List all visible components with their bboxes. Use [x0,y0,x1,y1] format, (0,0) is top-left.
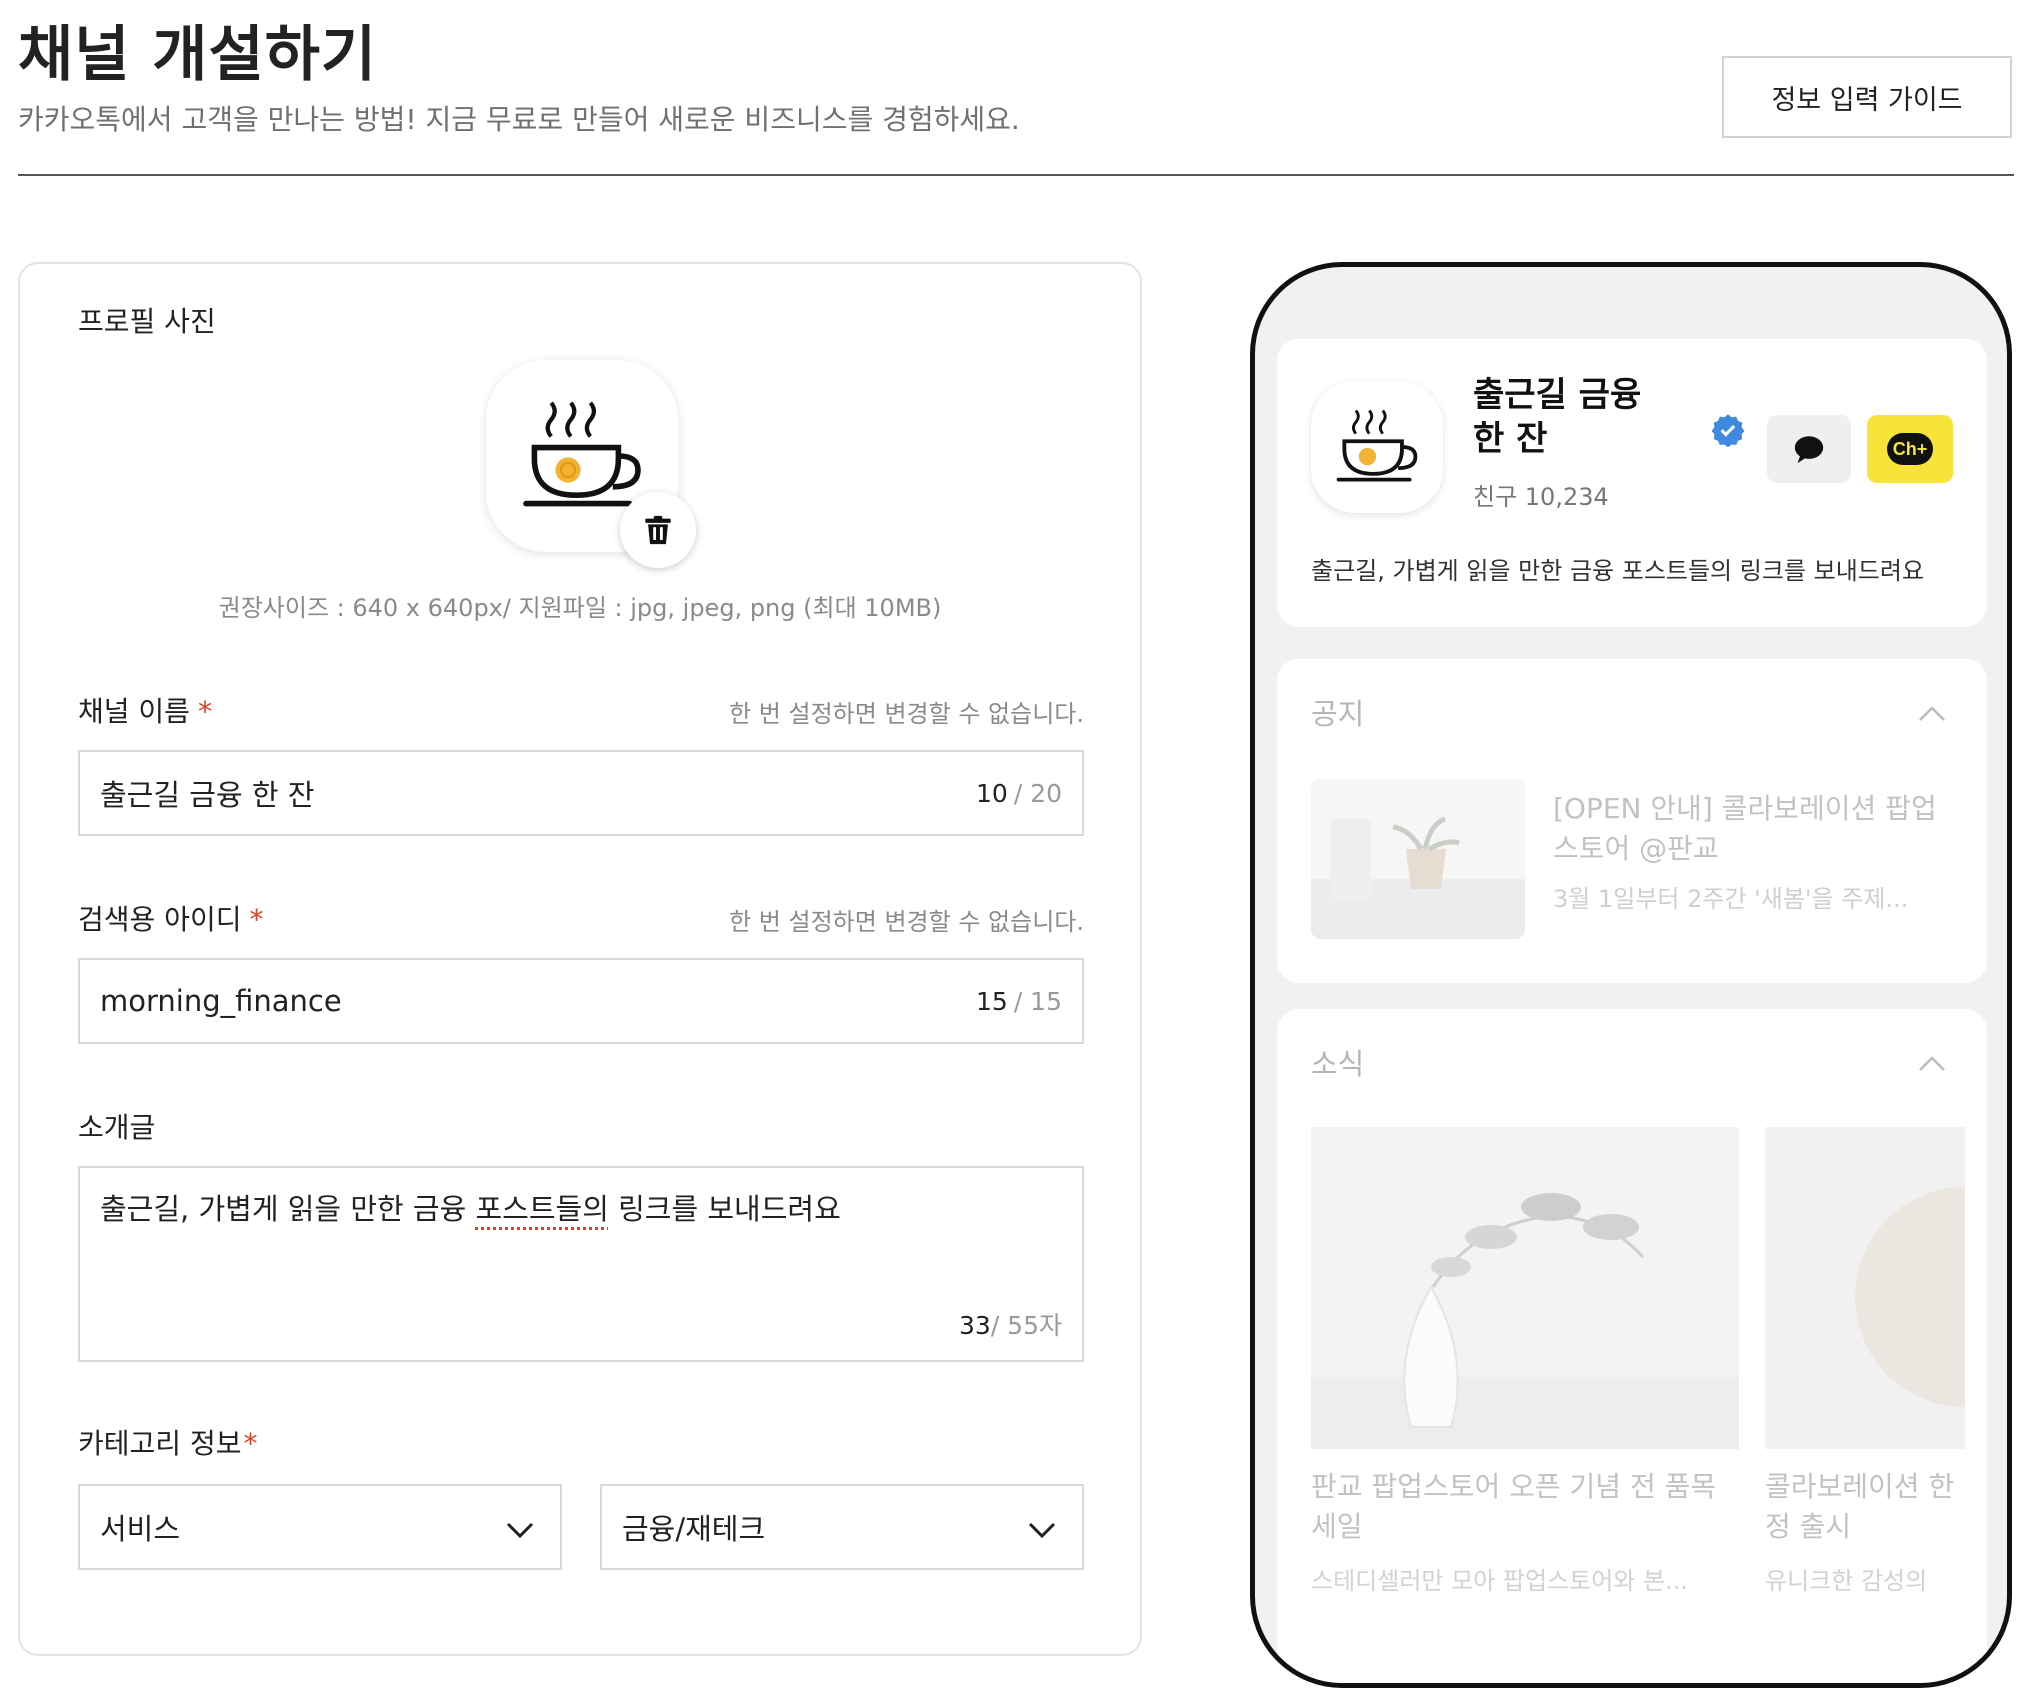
category-label: 카테고리 정보* [78,1427,258,1460]
intro-counter: 33/ 55자 [959,1311,1062,1340]
channel-name-label: 채널 이름 * [78,695,212,728]
news-item-image[interactable] [1311,1127,1739,1449]
header-divider [18,174,2014,176]
preview-channel-name: 출근길 금융 한 잔 [1473,375,1642,459]
channel-add-icon: Ch+ [1886,433,1934,465]
preview-intro: 출근길, 가볍게 읽을 만한 금융 포스트들의 링크를 보내드려요 [1311,557,1925,585]
chevron-up-icon[interactable] [1917,1053,1947,1073]
photo-size-hint: 권장사이즈 : 640 x 640px/ 지원파일 : jpg, jpeg, p… [218,594,942,622]
preview-friend-count: 친구 10,234 [1473,483,1609,511]
category-primary-value: 서비스 [100,1512,181,1546]
delete-photo-button[interactable] [620,492,696,568]
coffee-cup-icon [1336,409,1418,482]
notice-item-title[interactable]: [OPEN 안내] 콜라보레이션 팝업 스토어 @판교 [1553,789,1953,869]
preview-profile-card: 출근길 금융 한 잔 Ch+ 친구 10,234 출근길, 가볍게 읽을 만한 … [1277,339,1987,627]
preview-add-channel-button[interactable]: Ch+ [1867,415,1953,483]
search-id-hint: 한 번 설정하면 변경할 수 없습니다. [729,908,1084,936]
verified-badge-icon [1711,414,1745,447]
notice-section-title: 공지 [1311,697,1365,731]
required-mark: * [243,1427,258,1460]
search-id-counter: 15/ 15 [976,986,1062,1016]
preview-notice-card: 공지 [OPEN 안내] 콜라보레이션 팝업 스토어 @판교 3월 1일부터 2… [1277,659,1987,983]
intro-textarea[interactable]: 출근길, 가볍게 읽을 만한 금융 포스트들의 링크를 보내드려요 33/ 55… [78,1166,1084,1362]
search-id-label: 검색용 아이디 * [78,903,264,936]
news-item-image[interactable] [1765,1127,1965,1449]
required-mark: * [249,903,264,936]
chevron-down-icon [506,1522,534,1539]
channel-name-value: 출근길 금융 한 잔 [100,778,315,812]
preview-news-card: 소식 판교 팝업스토어 오픈 기념 전 품목 세일 콜라보레이션 한정 출시 스… [1277,1009,1987,1683]
notice-item-desc: 3월 1일부터 2주간 '새봄'을 주제... [1553,885,1909,913]
channel-name-input[interactable]: 출근길 금융 한 잔 10/ 20 [78,750,1084,836]
intro-value: 출근길, 가볍게 읽을 만한 금융 포스트들의 링크를 보내드려요 [100,1192,841,1226]
category-primary-select[interactable]: 서비스 [78,1484,562,1570]
category-secondary-select[interactable]: 금융/재테크 [600,1484,1084,1570]
preview-avatar [1311,381,1443,513]
profile-photo-label: 프로필 사진 [78,305,216,338]
chevron-up-icon[interactable] [1917,703,1947,723]
search-id-input[interactable]: morning_finance 15/ 15 [78,958,1084,1044]
phone-preview: 출근길 금융 한 잔 Ch+ 친구 10,234 출근길, 가볍게 읽을 만한 … [1250,262,2012,1688]
page-subtitle: 카카오톡에서 고객을 만나는 방법! 지금 무료로 만들어 새로운 비즈니스를 … [18,103,1020,136]
notice-thumbnail-image[interactable] [1311,779,1525,939]
chat-bubble-icon [1794,436,1824,464]
news-item-title[interactable]: 콜라보레이션 한정 출시 [1765,1467,1965,1547]
news-item-desc: 유니크한 감성의 [1765,1567,1928,1595]
channel-name-counter: 10/ 20 [976,778,1062,808]
spellcheck-word: 포스트들의 [475,1192,609,1226]
intro-label: 소개글 [78,1111,156,1144]
category-secondary-value: 금융/재테크 [622,1512,766,1546]
info-guide-button[interactable]: 정보 입력 가이드 [1722,56,2012,138]
news-item-desc: 스테디셀러만 모아 팝업스토어와 본... [1311,1567,1688,1595]
required-mark: * [197,695,212,728]
channel-name-hint: 한 번 설정하면 변경할 수 없습니다. [729,700,1084,728]
search-id-value: morning_finance [100,984,342,1018]
page-title: 채널 개설하기 [18,20,378,90]
trash-icon [645,515,671,545]
news-item-title[interactable]: 판교 팝업스토어 오픈 기념 전 품목 세일 [1311,1467,1739,1547]
news-section-title: 소식 [1311,1047,1365,1081]
preview-chat-button[interactable] [1767,415,1851,483]
chevron-down-icon [1028,1522,1056,1539]
